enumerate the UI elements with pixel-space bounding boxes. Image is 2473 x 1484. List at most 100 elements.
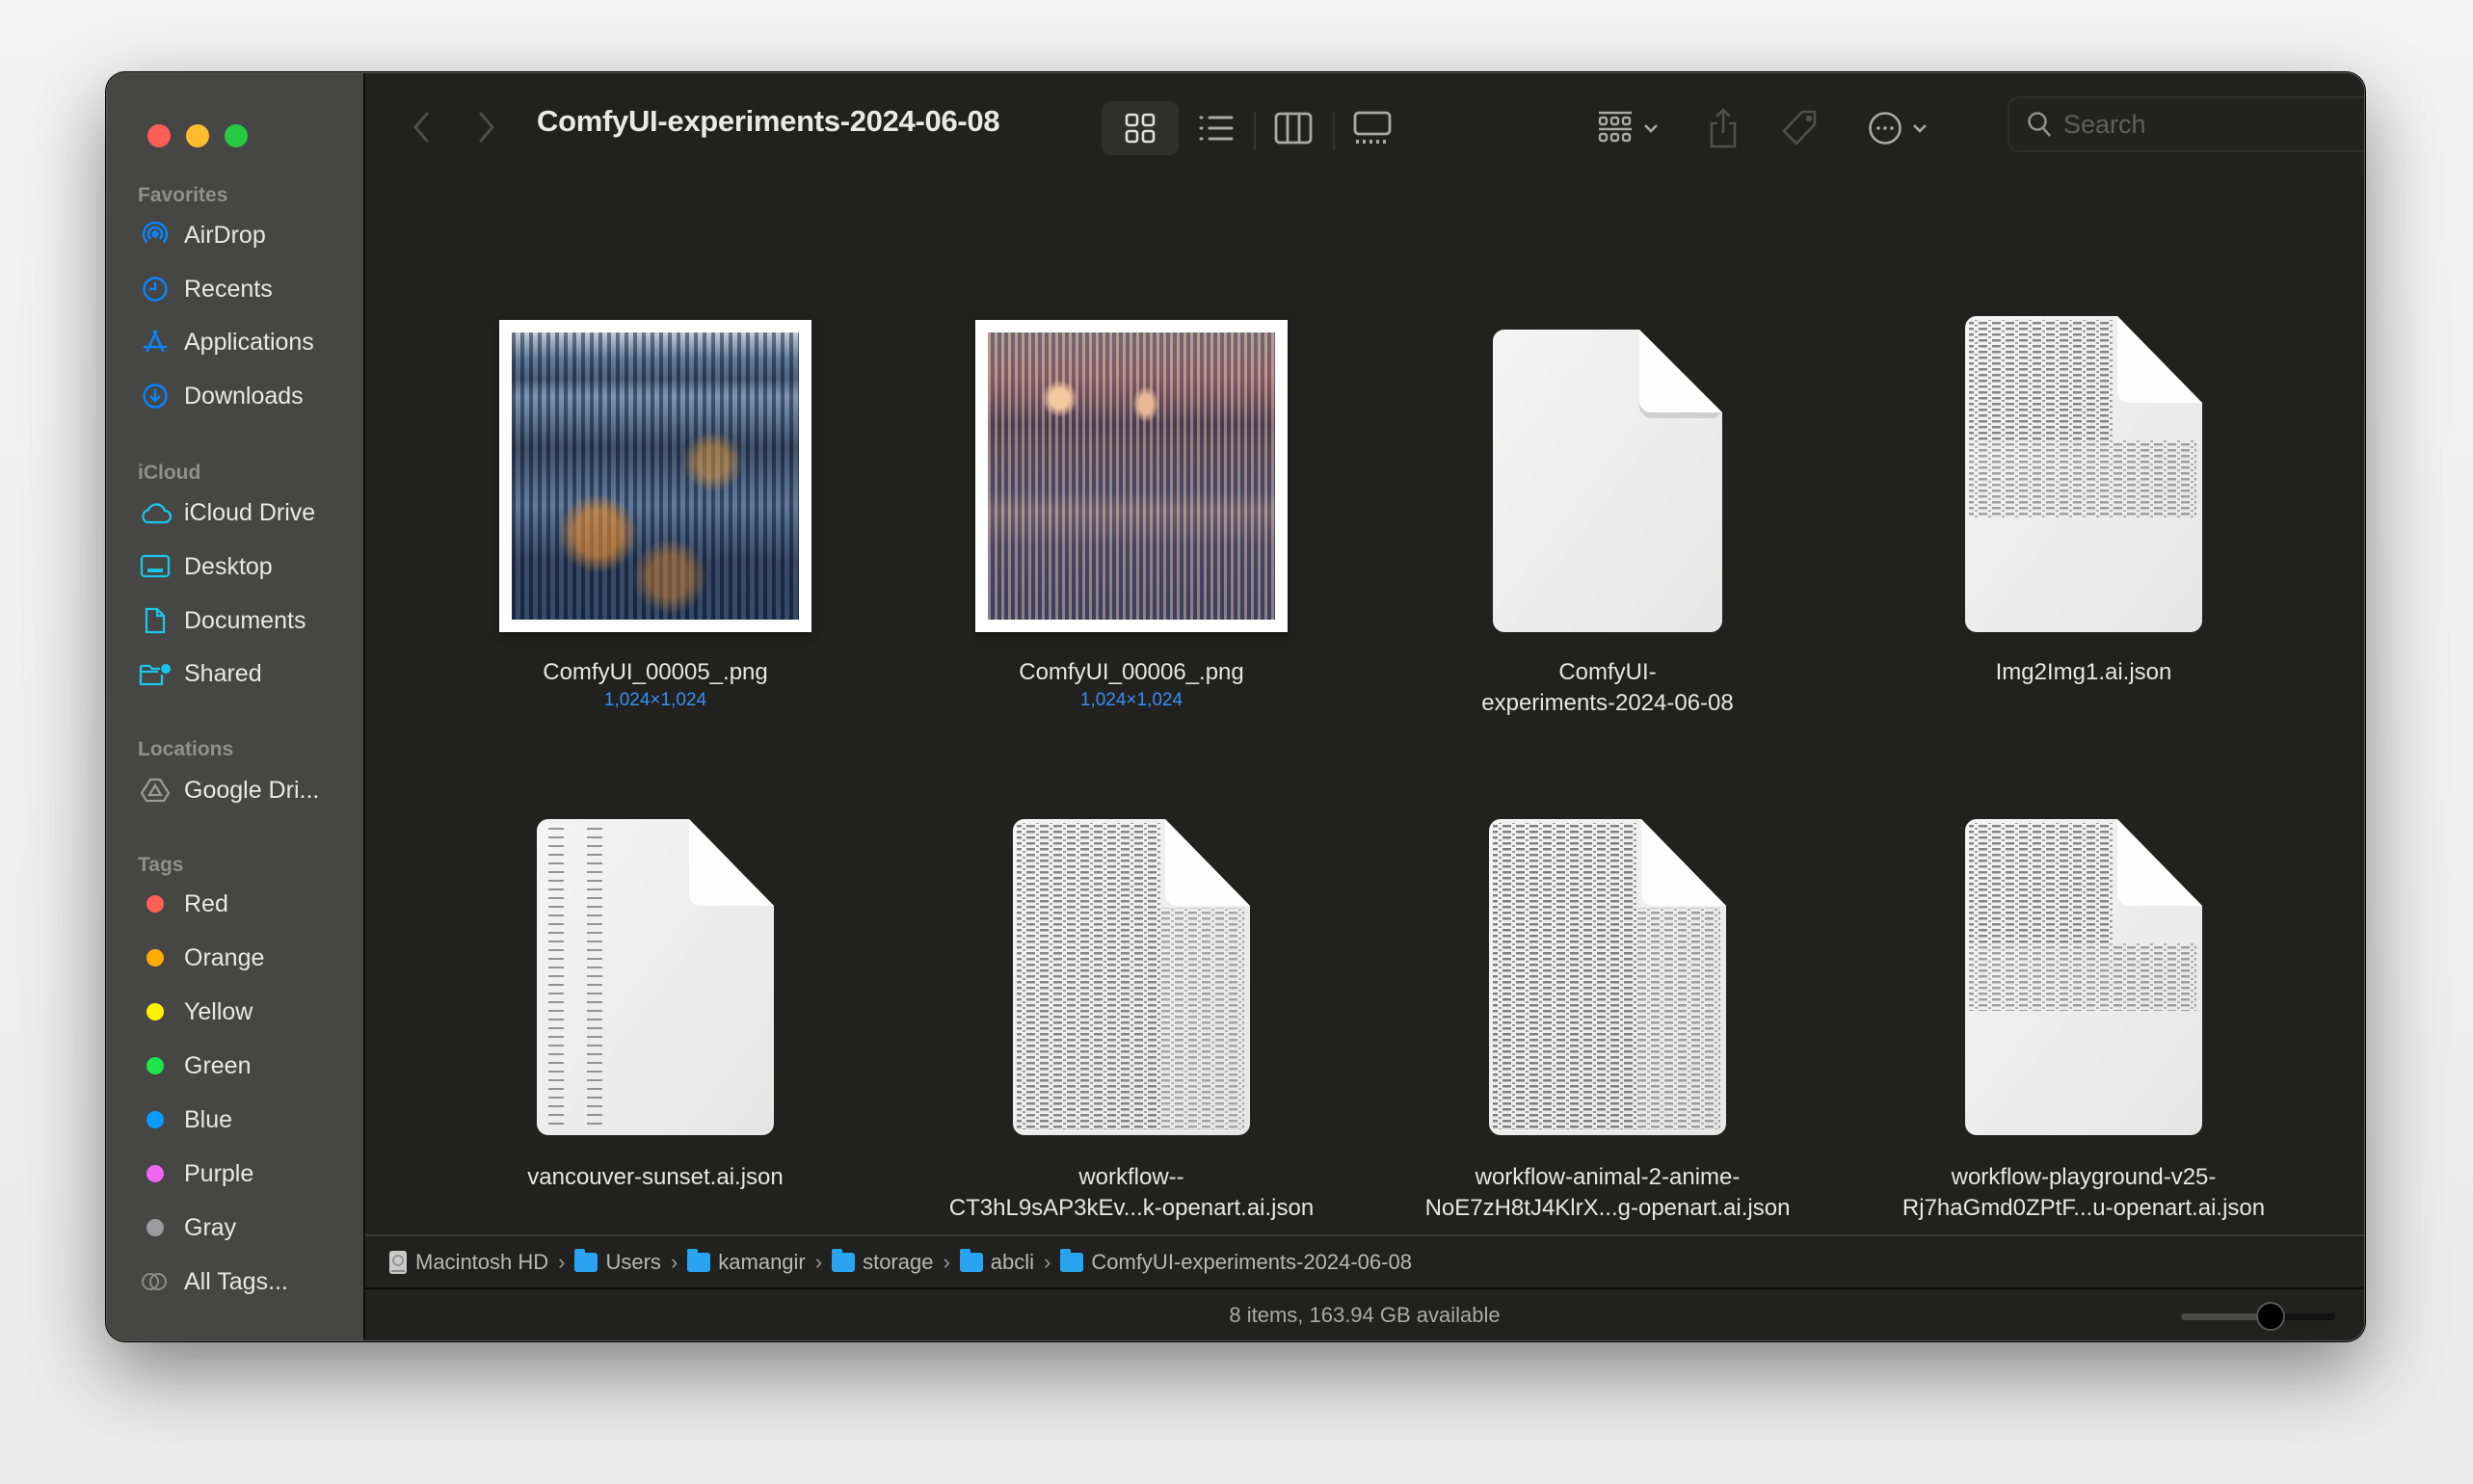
gallery-icon (1353, 111, 1392, 144)
sidebar-item-label: Gray (184, 1213, 237, 1241)
search-input[interactable] (2063, 109, 2364, 140)
tag-button[interactable] (1776, 101, 1824, 155)
all-tags-icon (138, 1264, 173, 1299)
path-item-macintosh-hd[interactable]: Macintosh HD (388, 1250, 548, 1275)
toolbar: ComfyUI-experiments-2024-06-08 (365, 73, 2364, 189)
tag-dot-gray (146, 1219, 164, 1236)
zoom-button[interactable] (225, 124, 248, 147)
column-view-button[interactable] (1260, 101, 1327, 155)
file-name: ComfyUI_00005_.png (543, 659, 768, 685)
sidebar-item-desktop[interactable]: Desktop (138, 545, 355, 588)
sidebar-item-google-drive[interactable]: Google Dri... (138, 769, 355, 811)
sidebar-item-tag-orange[interactable]: Orange (138, 937, 355, 979)
sidebar-item-recents[interactable]: Recents (138, 268, 355, 310)
path-item-current-folder[interactable]: ComfyUI-experiments-2024-06-08 (1060, 1249, 1412, 1275)
sidebar-item-label: Yellow (184, 997, 253, 1025)
share-icon (1710, 108, 1737, 148)
file-name: workflow-animal-2-anime- NoE7zH8tJ4KlrX.… (1424, 1164, 1791, 1221)
tag-dot-green (146, 1057, 164, 1074)
path-item-users[interactable]: Users (574, 1249, 661, 1275)
path-separator: › (814, 1250, 823, 1274)
document-icon (1493, 330, 1722, 632)
finder-window: Favorites AirDrop Recents Applications D… (106, 72, 2365, 1341)
main-content: ComfyUI-experiments-2024-06-08 Search Co… (365, 73, 2364, 1340)
chevron-down-icon (1644, 124, 1658, 133)
sidebar-item-tag-gray[interactable]: Gray (138, 1206, 355, 1249)
icon-size-slider[interactable] (2181, 1302, 2335, 1331)
tag-dot-orange (146, 949, 164, 967)
document-icon (138, 603, 173, 638)
json-document-icon (1013, 819, 1250, 1135)
toolbar-divider (1254, 112, 1256, 150)
google-drive-icon (138, 773, 173, 808)
path-item-abcli[interactable]: abcli (959, 1249, 1034, 1275)
status-text: 8 items, 163.94 GB available (1229, 1302, 1501, 1327)
sidebar-item-label: Recents (184, 275, 273, 303)
slider-knob[interactable] (2256, 1302, 2285, 1331)
sidebar-item-label: Downloads (184, 382, 304, 410)
more-actions-button[interactable] (1859, 101, 1936, 155)
window-title: ComfyUI-experiments-2024-06-08 (537, 104, 1000, 138)
tag-dot-red (146, 895, 164, 913)
icon-view-button[interactable] (1102, 101, 1179, 155)
sidebar-item-label: Google Dri... (184, 776, 320, 804)
sidebar-item-label: AirDrop (184, 221, 266, 249)
clock-icon (138, 272, 173, 306)
sidebar-item-tag-purple[interactable]: Purple (138, 1153, 355, 1195)
sidebar-item-all-tags[interactable]: All Tags... (138, 1260, 355, 1303)
chevron-left-icon (413, 112, 429, 143)
ellipsis-circle-icon (1869, 112, 1901, 145)
sidebar-item-shared[interactable]: Shared (138, 652, 355, 695)
section-favorites: Favorites (138, 184, 228, 206)
cloud-icon (138, 495, 173, 530)
sidebar-item-tag-yellow[interactable]: Yellow (138, 991, 355, 1033)
grid-icon (1125, 113, 1156, 144)
back-button[interactable] (402, 108, 440, 146)
tag-icon (1782, 110, 1817, 146)
toolbar-divider (1333, 112, 1335, 150)
sidebar-item-label: Green (184, 1051, 252, 1079)
sidebar-item-airdrop[interactable]: AirDrop (138, 214, 355, 256)
sidebar-item-label: Purple (184, 1159, 254, 1187)
sidebar-item-icloud-drive[interactable]: iCloud Drive (138, 491, 355, 534)
sidebar-item-tag-blue[interactable]: Blue (138, 1099, 355, 1141)
gallery-view-button[interactable] (1339, 101, 1406, 155)
path-separator: › (670, 1250, 678, 1274)
sidebar-item-label: Applications (184, 328, 314, 356)
sidebar-item-downloads[interactable]: Downloads (138, 375, 355, 417)
search-field[interactable] (2008, 96, 2364, 152)
close-button[interactable] (147, 124, 171, 147)
folder-icon (959, 1249, 983, 1272)
folder-icon (1060, 1249, 1084, 1272)
path-separator: › (1044, 1250, 1051, 1274)
path-item-storage[interactable]: storage (832, 1249, 933, 1275)
chevron-right-icon (479, 112, 494, 143)
sidebar-item-applications[interactable]: Applications (138, 321, 355, 363)
desktop-icon (138, 549, 173, 584)
sidebar-item-label: All Tags... (184, 1267, 288, 1295)
image-thumbnail (975, 320, 1288, 632)
group-by-button[interactable] (1589, 101, 1666, 155)
sidebar-item-tag-green[interactable]: Green (138, 1045, 355, 1087)
file-name: Img2Img1.ai.json (1995, 659, 2172, 685)
chevron-down-icon (1913, 124, 1927, 133)
file-name: ComfyUI_00006_.png (1019, 659, 1244, 685)
sidebar-item-documents[interactable]: Documents (138, 599, 355, 642)
hard-drive-icon (389, 1251, 407, 1274)
sidebar-item-label: Orange (184, 943, 265, 971)
status-bar: 8 items, 163.94 GB available (365, 1287, 2364, 1340)
path-separator: › (558, 1250, 566, 1274)
sidebar-item-label: iCloud Drive (184, 498, 316, 526)
list-view-button[interactable] (1183, 101, 1250, 155)
share-button[interactable] (1699, 101, 1747, 155)
applications-icon (138, 325, 173, 359)
file-dimensions: 1,024×1,024 (603, 690, 707, 710)
json-document-icon (537, 819, 774, 1135)
sidebar-item-label: Blue (184, 1105, 233, 1133)
minimize-button[interactable] (186, 124, 209, 147)
path-item-kamangir[interactable]: kamangir (687, 1249, 806, 1275)
group-by-icon (1598, 111, 1632, 143)
sidebar-item-tag-red[interactable]: Red (138, 883, 355, 925)
forward-button[interactable] (467, 108, 506, 146)
shared-folder-icon (138, 656, 173, 691)
